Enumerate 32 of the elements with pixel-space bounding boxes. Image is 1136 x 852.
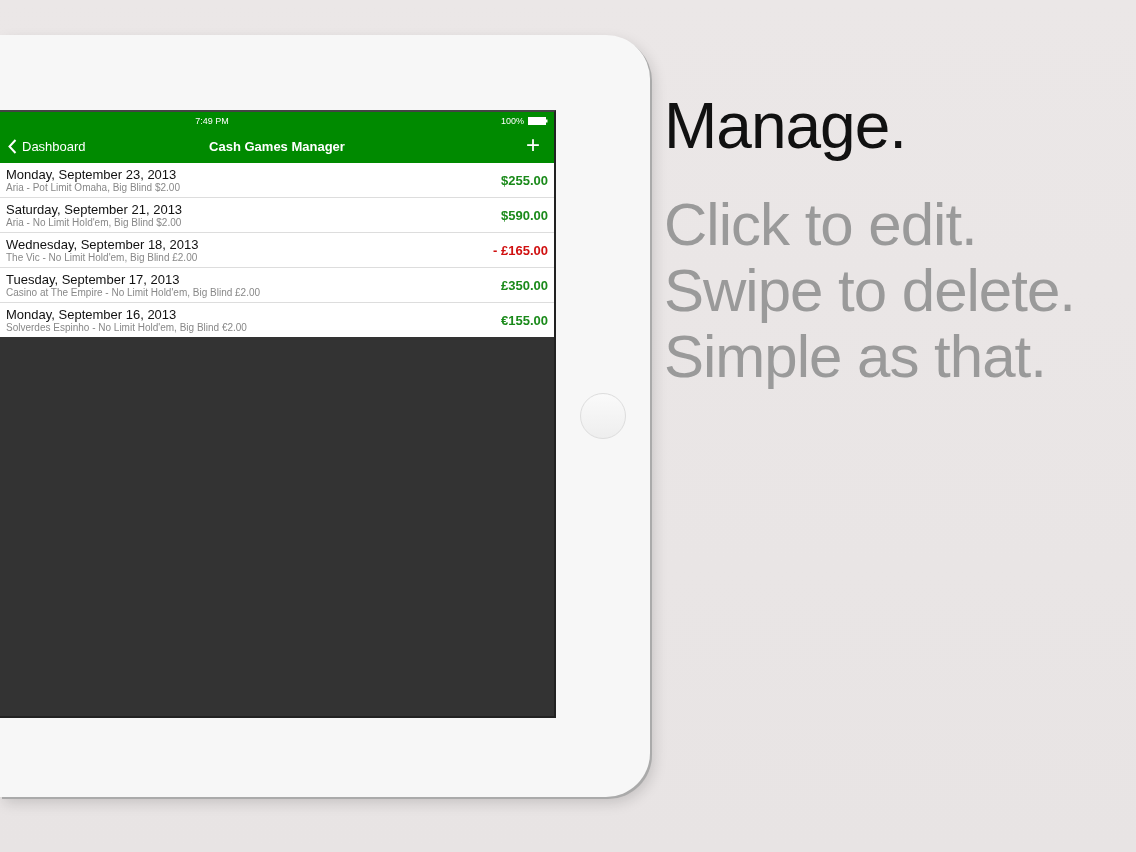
session-details: Aria - Pot Limit Omaha, Big Blind $2.00 — [6, 181, 180, 194]
session-date: Monday, September 16, 2013 — [6, 306, 178, 322]
session-details: Casino at The Empire - No Limit Hold'em, Big Blind £2.00 — [6, 286, 261, 299]
session-amount: £350.00 — [501, 277, 548, 293]
chevron-left-icon — [8, 138, 17, 154]
screen-title: Cash Games Manager — [209, 138, 345, 154]
session-row[interactable]: Wednesday, September 18, 2013 The Vic - No Limit Hold'em, Big Blind £2.00 - £165.00 — [0, 233, 554, 268]
promo-headline: Manage. — [664, 89, 908, 164]
battery-icon — [528, 116, 548, 125]
promo-line: Simple as that. — [664, 324, 1047, 390]
session-amount: €155.00 — [501, 312, 548, 328]
home-button[interactable] — [580, 393, 626, 439]
session-amount: $590.00 — [501, 207, 548, 223]
battery-level: 100% — [500, 115, 524, 126]
session-date: Tuesday, September 17, 2013 — [6, 271, 181, 287]
back-button[interactable]: Dashboard — [8, 138, 86, 154]
promo-line: Swipe to delete. — [664, 258, 1075, 324]
session-amount: $255.00 — [501, 172, 548, 188]
status-time: 7:49 PM — [194, 115, 230, 126]
session-details: Aria - No Limit Hold'em, Big Blind $2.00 — [6, 216, 183, 229]
session-row[interactable]: Tuesday, September 17, 2013 Casino at The Empire - No Limit Hold'em, Big Blind £2.00 £350.00 — [0, 268, 554, 303]
session-details: The Vic - No Limit Hold'em, Big Blind £2.00 — [6, 251, 199, 264]
session-date: Monday, September 23, 2013 — [6, 166, 178, 182]
session-row[interactable]: Monday, September 16, 2013 Solverdes Espinho - No Limit Hold'em, Big Blind €2.00 €155.00 — [0, 303, 554, 337]
session-date: Saturday, September 21, 2013 — [6, 201, 183, 217]
session-details: Solverdes Espinho - No Limit Hold'em, Big Blind €2.00 — [6, 321, 247, 334]
session-date: Wednesday, September 18, 2013 — [6, 236, 199, 252]
add-button[interactable]: + — [520, 133, 546, 159]
promo-line: Click to edit. — [664, 192, 978, 258]
session-amount: - £165.00 — [493, 242, 548, 258]
session-row[interactable]: Saturday, September 21, 2013 Aria - No Limit Hold'em, Big Blind $2.00 $590.00 — [0, 198, 554, 233]
session-row[interactable]: Monday, September 23, 2013 Aria - Pot Limit Omaha, Big Blind $2.00 $255.00 — [0, 163, 554, 198]
